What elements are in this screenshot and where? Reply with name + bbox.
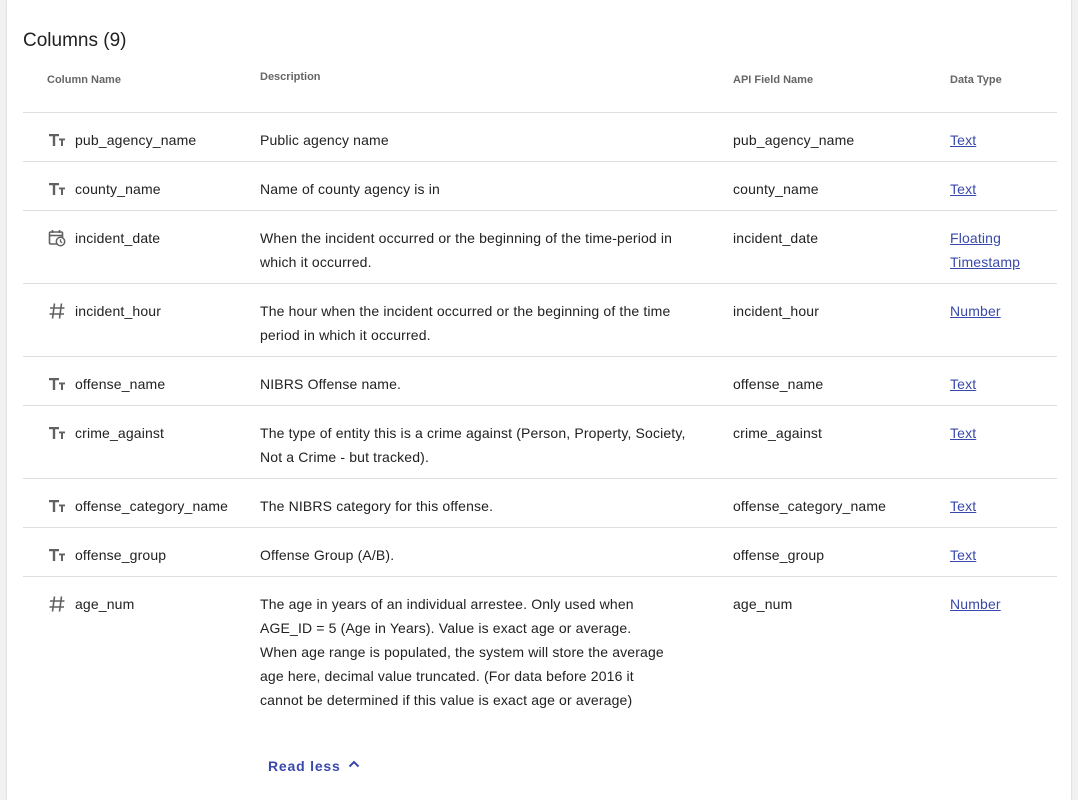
column-description: Offense Group (A/B). — [260, 547, 395, 563]
section-title: Columns (9) — [23, 30, 127, 51]
text-type-icon — [48, 497, 66, 515]
column-name: offense_category_name — [75, 498, 229, 514]
table-row: incident_date When the incident occurred… — [23, 211, 1057, 284]
number-hash-icon — [48, 595, 66, 613]
column-description: Public agency name — [260, 132, 389, 148]
data-type-link[interactable]: Number — [950, 596, 1001, 612]
api-field-name: pub_agency_name — [733, 132, 855, 148]
text-type-icon — [48, 546, 66, 564]
api-field-name: crime_against — [733, 425, 823, 441]
column-name: incident_date — [75, 230, 161, 246]
text-type-icon — [48, 424, 66, 442]
data-type-cell: Text — [950, 177, 1040, 201]
data-type-link[interactable]: Text — [950, 498, 976, 514]
column-name: pub_agency_name — [75, 132, 197, 148]
read-less-label: Read less — [268, 757, 341, 774]
api-field-name: age_num — [733, 596, 793, 612]
header-data-type: Data Type — [950, 74, 1002, 86]
header-column-name: Column Name — [47, 74, 121, 86]
table-row: county_name Name of county agency is in … — [23, 162, 1057, 211]
columns-card: Columns (9) Column Name Description API … — [7, 0, 1071, 800]
data-type-link[interactable]: Text — [950, 376, 976, 392]
calendar-clock-icon — [48, 229, 66, 247]
data-type-link[interactable]: Text — [950, 547, 976, 563]
data-type-cell: Text — [950, 128, 1040, 152]
text-type-icon — [48, 375, 66, 393]
number-hash-icon — [48, 302, 66, 320]
column-name: offense_name — [75, 376, 166, 392]
api-field-name: offense_category_name — [733, 498, 887, 514]
column-name: age_num — [75, 596, 135, 612]
column-description: The NIBRS category for this offense. — [260, 498, 494, 514]
column-name: offense_group — [75, 547, 167, 563]
table-row: offense_group Offense Group (A/B). offen… — [23, 528, 1057, 577]
data-type-link[interactable]: Text — [950, 132, 976, 148]
data-type-link[interactable]: Text — [950, 181, 976, 197]
data-type-link[interactable]: Floating Timestamp — [950, 230, 1020, 270]
api-field-name: incident_hour — [733, 303, 820, 319]
data-type-cell: Floating Timestamp — [950, 226, 1040, 274]
column-description: The type of entity this is a crime again… — [260, 425, 686, 465]
api-field-name: incident_date — [733, 230, 819, 246]
data-type-cell: Text — [950, 421, 1040, 445]
column-description: Name of county agency is in — [260, 181, 440, 197]
table-row: age_num The age in years of an individua… — [23, 577, 1057, 789]
data-type-cell: Text — [950, 543, 1040, 567]
data-type-cell: Text — [950, 494, 1040, 518]
data-type-link[interactable]: Number — [950, 303, 1001, 319]
column-description: When the incident occurred or the beginn… — [260, 230, 673, 270]
table-row: crime_against The type of entity this is… — [23, 406, 1057, 479]
read-less-button[interactable]: Read less — [268, 757, 361, 774]
column-description: The hour when the incident occurred or t… — [260, 303, 671, 343]
table-row: offense_name NIBRS Offense name. offense… — [23, 357, 1057, 406]
table-row: offense_category_name The NIBRS category… — [23, 479, 1057, 528]
data-type-cell: Number — [950, 592, 1040, 616]
data-type-cell: Text — [950, 372, 1040, 396]
api-field-name: offense_group — [733, 547, 825, 563]
header-description: Description — [260, 71, 321, 83]
column-name: county_name — [75, 181, 161, 197]
column-description: The age in years of an individual arrest… — [260, 596, 664, 708]
api-field-name: county_name — [733, 181, 819, 197]
data-type-link[interactable]: Text — [950, 425, 976, 441]
column-name: crime_against — [75, 425, 165, 441]
header-api-field-name: API Field Name — [733, 74, 814, 86]
column-description: NIBRS Offense name. — [260, 376, 402, 392]
table-row: pub_agency_name Public agency name pub_a… — [23, 113, 1057, 162]
data-type-cell: Number — [950, 299, 1040, 323]
text-type-icon — [48, 131, 66, 149]
chevron-up-icon — [347, 757, 361, 774]
table-header: Column Name Description API Field Name D… — [23, 60, 1057, 113]
text-type-icon — [48, 180, 66, 198]
column-name: incident_hour — [75, 303, 162, 319]
table-row: incident_hour The hour when the incident… — [23, 284, 1057, 357]
api-field-name: offense_name — [733, 376, 824, 392]
